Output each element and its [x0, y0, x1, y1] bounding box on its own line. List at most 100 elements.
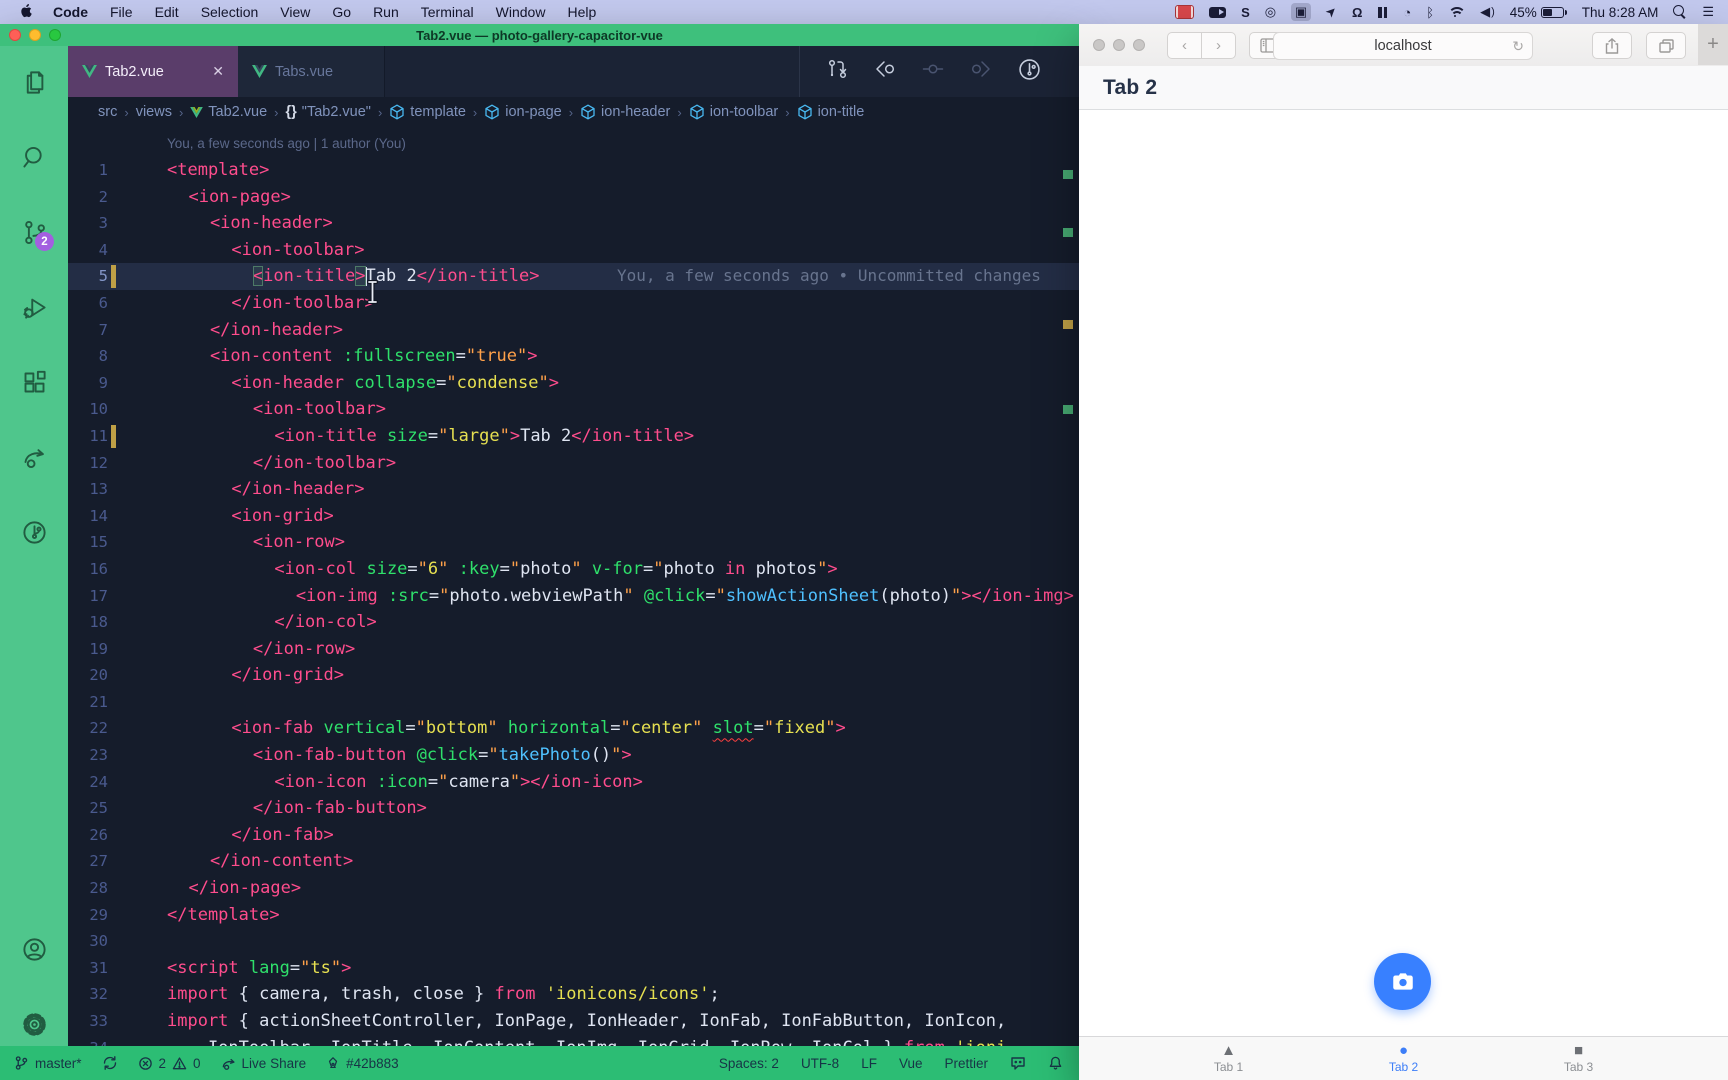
- code-line[interactable]: 28</ion-page>: [68, 875, 1079, 902]
- code-editor[interactable]: You, a few seconds ago | 1 author (You) …: [68, 127, 1079, 1046]
- formatter-status[interactable]: Prettier: [944, 1056, 988, 1071]
- extensions-icon[interactable]: [12, 360, 56, 404]
- tab-button-tab1[interactable]: ▲ Tab 1: [1141, 1037, 1316, 1080]
- code-line[interactable]: 21: [68, 689, 1079, 716]
- color-hex-status[interactable]: #42b883: [326, 1056, 399, 1071]
- film-icon[interactable]: [1175, 5, 1194, 19]
- explorer-icon[interactable]: [12, 60, 56, 104]
- breadcrumb-item[interactable]: ion-page: [484, 104, 561, 120]
- code-line[interactable]: 2<ion-page>: [68, 184, 1079, 211]
- tab-button-tab3[interactable]: ■ Tab 3: [1491, 1037, 1666, 1080]
- search-icon[interactable]: [12, 135, 56, 179]
- code-line[interactable]: 5<ion-title>Tab 2</ion-title>You, a few …: [68, 263, 1079, 290]
- git-branch-status[interactable]: master*: [14, 1055, 82, 1071]
- code-line[interactable]: 10<ion-toolbar>: [68, 396, 1079, 423]
- feedback-icon[interactable]: [1010, 1055, 1026, 1071]
- code-line[interactable]: 18</ion-col>: [68, 609, 1079, 636]
- tab-button-tab2[interactable]: ● Tab 2: [1316, 1037, 1491, 1080]
- code-line[interactable]: 1<template>: [68, 157, 1079, 184]
- codelens-annotation[interactable]: You, a few seconds ago | 1 author (You): [68, 127, 1079, 157]
- tab-tab2-vue[interactable]: Tab2.vue ✕: [68, 46, 238, 97]
- menu-item-run[interactable]: Run: [362, 4, 410, 20]
- code-line[interactable]: 3<ion-header>: [68, 210, 1079, 237]
- code-line[interactable]: 32import { camera, trash, close } from '…: [68, 981, 1079, 1008]
- navigate-current-icon[interactable]: [922, 58, 944, 85]
- code-line[interactable]: 26</ion-fab>: [68, 822, 1079, 849]
- notifications-bell-icon[interactable]: [1048, 1055, 1063, 1071]
- reload-icon[interactable]: ↻: [1512, 38, 1524, 55]
- source-control-icon[interactable]: 2: [12, 210, 56, 254]
- run-profile-icon[interactable]: [1018, 58, 1041, 86]
- bluetooth-icon[interactable]: ᛒ: [1426, 3, 1434, 21]
- minimize-window-button[interactable]: [1113, 39, 1125, 51]
- language-mode-status[interactable]: Vue: [899, 1056, 923, 1071]
- encoding-status[interactable]: UTF-8: [801, 1056, 839, 1071]
- menubar-clock[interactable]: Thu 8:28 AM: [1582, 5, 1659, 20]
- code-line[interactable]: 23<ion-fab-button @click="takePhoto()">: [68, 742, 1079, 769]
- wifi-icon[interactable]: [1449, 7, 1465, 18]
- camera-fab-button[interactable]: [1374, 953, 1431, 1010]
- sync-changes-button[interactable]: [102, 1055, 118, 1071]
- menu-item-view[interactable]: View: [269, 4, 321, 20]
- breadcrumb-item[interactable]: template: [389, 104, 466, 120]
- code-line[interactable]: 17<ion-img :src="photo.webviewPath" @cli…: [68, 583, 1079, 610]
- tab-overview-button[interactable]: [1646, 32, 1686, 59]
- code-line[interactable]: 11<ion-title size="large">Tab 2</ion-tit…: [68, 423, 1079, 450]
- run-debug-icon[interactable]: [12, 285, 56, 329]
- clock-app-icon[interactable]: ◔: [1403, 3, 1411, 21]
- code-line[interactable]: 30: [68, 928, 1079, 955]
- menu-item-help[interactable]: Help: [556, 4, 607, 20]
- tab-tabs-vue[interactable]: Tabs.vue: [238, 46, 385, 97]
- address-bar[interactable]: localhost ↻: [1273, 32, 1533, 60]
- navigate-forward-icon[interactable]: [970, 58, 992, 85]
- code-line[interactable]: 31<script lang="ts">: [68, 955, 1079, 982]
- gitlens-icon[interactable]: [12, 510, 56, 554]
- close-tab-icon[interactable]: ✕: [212, 63, 224, 80]
- share-button[interactable]: [1592, 32, 1632, 59]
- code-line[interactable]: 12</ion-toolbar>: [68, 450, 1079, 477]
- menu-item-terminal[interactable]: Terminal: [410, 4, 485, 20]
- apple-menu-icon[interactable]: [16, 3, 38, 21]
- code-line[interactable]: 9<ion-header collapse="condense">: [68, 370, 1079, 397]
- control-center-icon[interactable]: ☰: [1702, 3, 1714, 21]
- menu-item-app[interactable]: Code: [42, 4, 99, 20]
- eol-status[interactable]: LF: [861, 1056, 877, 1071]
- code-line[interactable]: 15<ion-row>: [68, 529, 1079, 556]
- new-tab-button[interactable]: +: [1698, 24, 1728, 65]
- code-line[interactable]: 7</ion-header>: [68, 317, 1079, 344]
- menu-item-selection[interactable]: Selection: [190, 4, 270, 20]
- breadcrumb-item[interactable]: Tab2.vue: [190, 104, 267, 120]
- code-line[interactable]: 34 IonToolbar, IonTitle, IonContent, Ion…: [68, 1035, 1079, 1046]
- live-share-icon[interactable]: [12, 435, 56, 479]
- breadcrumb-item[interactable]: ion-title: [797, 104, 865, 120]
- code-line[interactable]: 20</ion-grid>: [68, 662, 1079, 689]
- volume-icon[interactable]: ◀: [1480, 3, 1495, 21]
- code-line[interactable]: 19</ion-row>: [68, 636, 1079, 663]
- close-window-button[interactable]: [1093, 39, 1105, 51]
- code-line[interactable]: 29</template>: [68, 902, 1079, 929]
- code-line[interactable]: 27</ion-content>: [68, 848, 1079, 875]
- zoom-window-button[interactable]: [1133, 39, 1145, 51]
- code-line[interactable]: 14<ion-grid>: [68, 503, 1079, 530]
- bell-icon[interactable]: Ω: [1352, 3, 1362, 21]
- code-line[interactable]: 13</ion-header>: [68, 476, 1079, 503]
- problems-status[interactable]: 2 0: [138, 1056, 201, 1071]
- forward-button[interactable]: ›: [1201, 33, 1235, 58]
- battery-icon[interactable]: 45%: [1510, 5, 1567, 20]
- code-line[interactable]: 8<ion-content :fullscreen="true">: [68, 343, 1079, 370]
- menu-item-file[interactable]: File: [99, 4, 144, 20]
- menu-item-go[interactable]: Go: [321, 4, 362, 20]
- navigate-back-icon[interactable]: [874, 58, 896, 85]
- code-line[interactable]: 25</ion-fab-button>: [68, 795, 1079, 822]
- stripe-icon[interactable]: S: [1241, 3, 1250, 21]
- code-line[interactable]: 22<ion-fab vertical="bottom" horizontal=…: [68, 715, 1079, 742]
- rocket-icon[interactable]: ➤: [1321, 2, 1341, 22]
- code-line[interactable]: 4<ion-toolbar>: [68, 237, 1079, 264]
- settings-gear-icon[interactable]: [12, 1002, 56, 1046]
- code-line[interactable]: 24<ion-icon :icon="camera"></ion-icon>: [68, 769, 1079, 796]
- indentation-status[interactable]: Spaces: 2: [719, 1056, 779, 1071]
- code-line[interactable]: 16<ion-col size="6" :key="photo" v-for="…: [68, 556, 1079, 583]
- spotlight-search-icon[interactable]: [1673, 5, 1687, 19]
- account-icon[interactable]: [12, 927, 56, 971]
- code-line[interactable]: 33import { actionSheetController, IonPag…: [68, 1008, 1079, 1035]
